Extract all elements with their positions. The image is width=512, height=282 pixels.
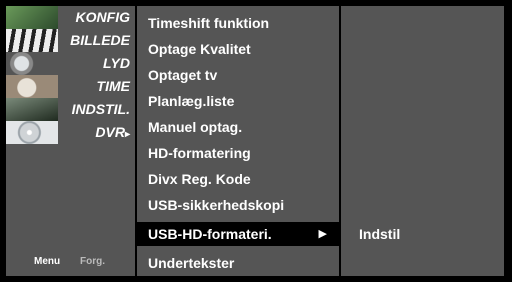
submenu-panel: Indstil [341, 6, 504, 276]
category-indstil[interactable]: INDSTIL. [6, 98, 135, 121]
category-panel: KONFIG BILLEDE LYD TIME INDSTIL. DVR▸ Me… [6, 6, 135, 276]
menu-item-schedule-list[interactable]: Planlæg.liste [137, 89, 339, 113]
category-lyd[interactable]: LYD [6, 52, 135, 75]
play-arrow-icon: ▶ [318, 228, 327, 240]
menu-item-recorded-tv[interactable]: Optaget tv [137, 63, 339, 87]
button-legend: Menu Forg. [6, 256, 135, 270]
menu-item-label: Planlæg.liste [148, 93, 235, 109]
menu-item-label: Manuel optag. [148, 119, 243, 135]
menu-item-label: Divx Reg. Kode [148, 171, 251, 187]
category-label: INDSTIL. [71, 101, 130, 117]
submenu-item-label: Indstil [359, 226, 401, 242]
menu-legend: Menu [34, 256, 61, 267]
menu-item-usb-hd-format[interactable]: USB-HD-formateri. ▶ [137, 222, 339, 246]
menu-item-label: Optage Kvalitet [148, 41, 251, 57]
menu-item-hd-format[interactable]: HD-formatering [137, 141, 339, 165]
category-label-active: DVR▸ [95, 121, 130, 144]
clock-thumb-icon [6, 75, 58, 98]
category-label: LYD [103, 55, 130, 71]
menu-item-label: USB-HD-formateri. [148, 226, 272, 242]
osd-menu: KONFIG BILLEDE LYD TIME INDSTIL. DVR▸ Me… [6, 6, 504, 276]
category-label: TIME [96, 78, 130, 94]
menu-item-usb-backup[interactable]: USB-sikkerhedskopi [137, 193, 339, 217]
menu-item-label: HD-formatering [148, 145, 251, 161]
menu-item-label: USB-sikkerhedskopi [148, 197, 285, 213]
audio-thumb-icon [6, 52, 58, 75]
category-label: DVR [95, 124, 125, 140]
category-label: KONFIG [75, 9, 130, 25]
menu-item-divx-code[interactable]: Divx Reg. Kode [137, 167, 339, 191]
submenu-item-indstil[interactable]: Indstil [341, 222, 504, 246]
menu-item-subtitles[interactable]: Undertekster [137, 251, 339, 275]
category-dvr[interactable]: DVR▸ [6, 121, 135, 144]
dvr-menu-list: Timeshift funktion Optage Kvalitet Optag… [137, 6, 339, 276]
menu-item-timeshift[interactable]: Timeshift funktion [137, 11, 339, 35]
picture-thumb-icon [6, 29, 58, 52]
back-legend: Forg. [80, 256, 105, 267]
menu-item-manual-record[interactable]: Manuel optag. [137, 115, 339, 139]
submenu-arrow-icon: ▸ [124, 129, 130, 140]
menu-item-label: Optaget tv [148, 67, 218, 83]
config-thumb-icon [6, 6, 58, 29]
category-time[interactable]: TIME [6, 75, 135, 98]
category-billede[interactable]: BILLEDE [6, 29, 135, 52]
menu-item-label: Undertekster [148, 255, 235, 271]
menu-item-record-quality[interactable]: Optage Kvalitet [137, 37, 339, 61]
special-thumb-icon [6, 98, 58, 121]
category-label: BILLEDE [70, 32, 130, 48]
menu-item-label: Timeshift funktion [148, 15, 270, 31]
category-konfig[interactable]: KONFIG [6, 6, 135, 29]
disc-thumb-icon [6, 121, 58, 144]
